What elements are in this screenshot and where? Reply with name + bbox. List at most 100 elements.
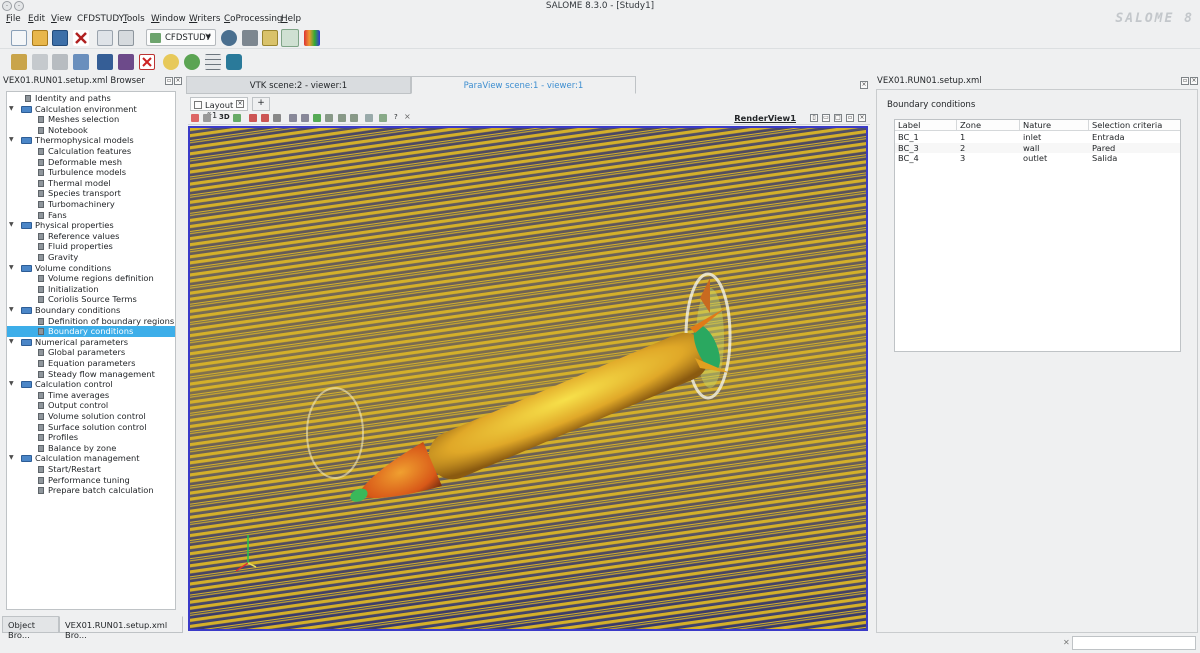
tree-item[interactable]: Equation parameters <box>7 358 175 369</box>
tree-item[interactable]: Identity and paths <box>7 93 175 104</box>
tree-item[interactable]: Turbomachinery <box>7 199 175 210</box>
tree-item[interactable]: Reference values <box>7 231 175 242</box>
tree-item[interactable]: ▼ Calculation environment <box>7 104 175 115</box>
view-plus-z-icon[interactable] <box>301 114 309 122</box>
tree-item[interactable]: ▼ Calculation control <box>7 379 175 390</box>
copy-icon[interactable] <box>97 30 113 46</box>
expand-toggle-icon[interactable]: ▼ <box>9 305 14 316</box>
module-selector[interactable]: CFDSTUDY ▼ <box>146 29 216 46</box>
redo-icon[interactable] <box>184 54 200 70</box>
restore-view-icon[interactable]: ▫ <box>846 114 854 122</box>
save-icon[interactable] <box>52 30 68 46</box>
tree-item[interactable]: ▼ Volume conditions <box>7 263 175 274</box>
tab-vtk-scene[interactable]: VTK scene:2 - viewer:1 <box>186 76 411 94</box>
rotate-icon[interactable] <box>313 114 321 122</box>
script-icon[interactable] <box>262 30 278 46</box>
tree-item[interactable]: Fans <box>7 210 175 221</box>
close-viewer-icon[interactable]: × <box>860 81 868 89</box>
tree-item[interactable]: Volume solution control <box>7 411 175 422</box>
expand-toggle-icon[interactable]: ▼ <box>9 220 14 231</box>
menu-cfdstudy[interactable]: CFDSTUDY <box>77 14 124 24</box>
maximize-view-icon[interactable]: □ <box>834 114 842 122</box>
close-case-icon[interactable] <box>139 54 155 70</box>
float-panel-icon[interactable]: ▫ <box>165 77 173 85</box>
tree-item[interactable]: Performance tuning <box>7 475 175 486</box>
expand-toggle-icon[interactable]: ▼ <box>9 135 14 146</box>
paste-icon[interactable] <box>118 30 134 46</box>
tab-paraview-scene[interactable]: ParaView scene:1 - viewer:1 <box>411 76 636 94</box>
tree-item[interactable]: Meshes selection <box>7 114 175 125</box>
view-minus-y-icon[interactable] <box>289 114 297 122</box>
tree-item[interactable]: Species transport <box>7 188 175 199</box>
tree-item[interactable]: Turbulence models <box>7 167 175 178</box>
status-input[interactable] <box>1072 636 1196 650</box>
column-header-selection-criteria[interactable]: Selection criteria <box>1089 120 1180 131</box>
tree-item[interactable]: Global parameters <box>7 347 175 358</box>
capture-icon[interactable] <box>233 114 241 122</box>
tree-item[interactable]: Surface solution control <box>7 422 175 433</box>
close-panel-icon[interactable]: × <box>174 77 182 85</box>
menu-help[interactable]: Help <box>281 14 301 24</box>
open-gui-icon[interactable] <box>73 54 89 70</box>
menu-tools[interactable]: Tools <box>123 14 145 24</box>
tab-layout-1[interactable]: Layout #1 × <box>190 97 248 120</box>
paraview-module-icon[interactable] <box>304 30 320 46</box>
geometry-module-icon[interactable] <box>242 30 258 46</box>
split-horizontal-icon[interactable]: ▯ <box>810 114 818 122</box>
interactive-select-icon[interactable] <box>379 114 387 122</box>
column-header-label[interactable]: Label <box>895 120 957 131</box>
run-solver-icon[interactable] <box>226 54 242 70</box>
tree-item[interactable]: Notebook <box>7 125 175 136</box>
close-study-icon[interactable] <box>73 30 89 46</box>
tree-item[interactable]: Prepare batch calculation <box>7 485 175 496</box>
split-vertical-icon[interactable]: ▭ <box>822 114 830 122</box>
add-layout-button[interactable]: + <box>252 97 270 111</box>
cfd-module-icon[interactable] <box>281 29 299 47</box>
table-row[interactable]: BC_1 1 inlet Entrada <box>895 132 1180 143</box>
tree-item[interactable]: ▼ Boundary conditions <box>7 305 175 316</box>
tree-item[interactable]: Thermal model <box>7 178 175 189</box>
expand-toggle-icon[interactable]: ▼ <box>9 263 14 274</box>
menu-view[interactable]: View <box>51 14 72 24</box>
link-icon[interactable] <box>32 54 48 70</box>
tree-item[interactable]: Definition of boundary regions <box>7 316 175 327</box>
render-view-viewport[interactable] <box>188 126 868 631</box>
clear-status-icon[interactable]: ✕ <box>1063 638 1070 647</box>
tree-item[interactable]: Initialization <box>7 284 175 295</box>
menu-window[interactable]: Window <box>151 14 186 24</box>
tree-item[interactable]: Calculation features <box>7 146 175 157</box>
tree-item[interactable]: Fluid properties <box>7 241 175 252</box>
tree-item[interactable]: Volume regions definition <box>7 273 175 284</box>
close-setup-panel-icon[interactable]: × <box>1190 77 1198 85</box>
expand-toggle-icon[interactable]: ▼ <box>9 379 14 390</box>
expand-toggle-icon[interactable]: ▼ <box>9 337 14 348</box>
menu-edit[interactable]: Edit <box>28 14 45 24</box>
close-layout-icon[interactable]: × <box>236 100 244 108</box>
select-points-icon[interactable] <box>338 114 346 122</box>
close-view-icon[interactable]: × <box>858 114 866 122</box>
expand-toggle-icon[interactable]: ▼ <box>9 453 14 464</box>
open-folder-icon[interactable] <box>32 30 48 46</box>
clear-selection-icon[interactable]: × <box>404 112 411 121</box>
help-icon[interactable]: ? <box>394 113 398 121</box>
new-document-icon[interactable] <box>11 30 27 46</box>
tree-item[interactable]: ▼ Physical properties <box>7 220 175 231</box>
tree-item[interactable]: Gravity <box>7 252 175 263</box>
camera-undo-icon[interactable] <box>203 114 211 122</box>
reset-camera-icon[interactable] <box>191 114 199 122</box>
select-frustum-icon[interactable] <box>350 114 358 122</box>
case-icon[interactable] <box>11 54 27 70</box>
tree-item[interactable]: Balance by zone <box>7 443 175 454</box>
menu-file[interactable]: File <box>6 14 21 24</box>
tab-object-browser[interactable]: Object Bro... <box>2 616 59 640</box>
tree-item[interactable]: Steady flow management <box>7 369 175 380</box>
select-cells-icon[interactable] <box>325 114 333 122</box>
tree-item[interactable]: Time averages <box>7 390 175 401</box>
menu-coprocessing[interactable]: CoProcessing <box>224 14 283 24</box>
toggle-3d-button[interactable]: 3D <box>219 113 230 121</box>
view-plus-y-icon[interactable] <box>273 114 281 122</box>
tree-item[interactable]: Profiles <box>7 432 175 443</box>
float-setup-panel-icon[interactable]: ▫ <box>1181 77 1189 85</box>
tree-item[interactable]: Deformable mesh <box>7 157 175 168</box>
table-row[interactable]: BC_3 2 wall Pared <box>895 142 1180 153</box>
